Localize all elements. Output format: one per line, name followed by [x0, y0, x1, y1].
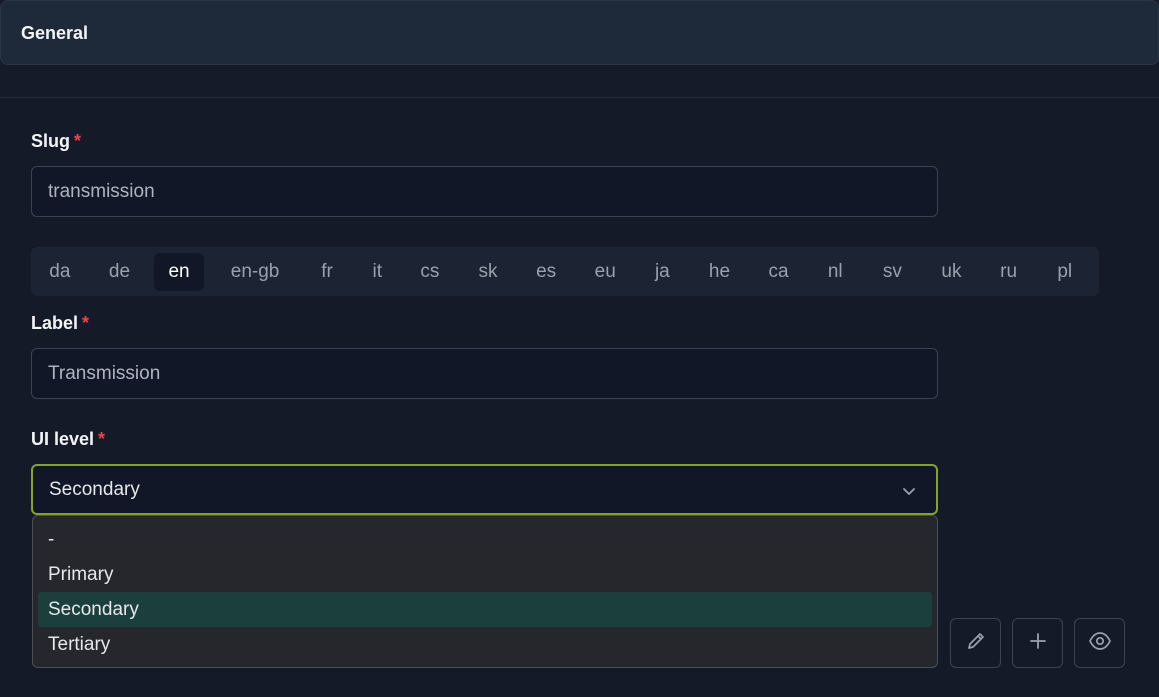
section-header[interactable]: General: [0, 0, 1159, 65]
preview-button[interactable]: [1074, 618, 1125, 668]
ui-level-select[interactable]: Secondary: [31, 464, 938, 515]
ui-level-selected-value: Secondary: [49, 478, 140, 500]
slug-label-text: Slug: [31, 131, 70, 151]
chevron-down-icon: [902, 482, 916, 504]
pencil-icon: [965, 630, 987, 657]
language-tab-cs[interactable]: cs: [407, 253, 454, 291]
language-tab-nl[interactable]: nl: [802, 253, 869, 291]
add-button[interactable]: [1012, 618, 1063, 668]
language-tab-pl[interactable]: pl: [1030, 253, 1099, 291]
language-tab-da[interactable]: da: [35, 253, 85, 291]
label-field-label: Label *: [31, 313, 89, 334]
dropdown-option[interactable]: Secondary: [38, 592, 932, 627]
language-tab-sv[interactable]: sv: [869, 253, 917, 291]
ui-level-dropdown: - Primary Secondary Tertiary: [32, 515, 938, 668]
section-title: General: [21, 23, 89, 43]
language-tab-de[interactable]: de: [85, 253, 155, 291]
eye-icon: [1088, 631, 1112, 656]
language-tab-fr[interactable]: fr: [306, 253, 348, 291]
label-required-mark: *: [82, 313, 90, 333]
language-tab-uk[interactable]: uk: [916, 253, 987, 291]
slug-required-mark: *: [74, 131, 82, 151]
plus-icon: [1028, 631, 1048, 656]
language-tab-ru[interactable]: ru: [987, 253, 1031, 291]
edit-button[interactable]: [950, 618, 1001, 668]
language-tab-he[interactable]: he: [684, 253, 756, 291]
language-tab-en[interactable]: en: [154, 252, 204, 291]
language-tabs: da de en en-gb fr it cs sk es eu ja he ca nl sv uk ru pl: [31, 247, 1099, 296]
ui-level-label-text: UI level: [31, 429, 95, 449]
label-field-label-text: Label: [31, 313, 79, 333]
slug-label: Slug *: [31, 131, 81, 152]
language-tab-es[interactable]: es: [523, 253, 570, 291]
language-tab-ja[interactable]: ja: [641, 253, 684, 291]
language-tab-en-gb[interactable]: en-gb: [204, 253, 306, 291]
ui-level-label: UI level *: [31, 429, 105, 450]
dropdown-option[interactable]: Tertiary: [38, 627, 932, 662]
language-tab-sk[interactable]: sk: [453, 253, 523, 291]
dropdown-option[interactable]: Primary: [38, 557, 932, 592]
label-input[interactable]: [31, 348, 938, 399]
slug-input[interactable]: [31, 166, 938, 217]
language-tab-eu[interactable]: eu: [569, 253, 641, 291]
language-tab-it[interactable]: it: [348, 253, 407, 291]
language-tab-ca[interactable]: ca: [755, 253, 802, 291]
ui-level-required-mark: *: [98, 429, 106, 449]
dropdown-option[interactable]: -: [38, 522, 932, 557]
